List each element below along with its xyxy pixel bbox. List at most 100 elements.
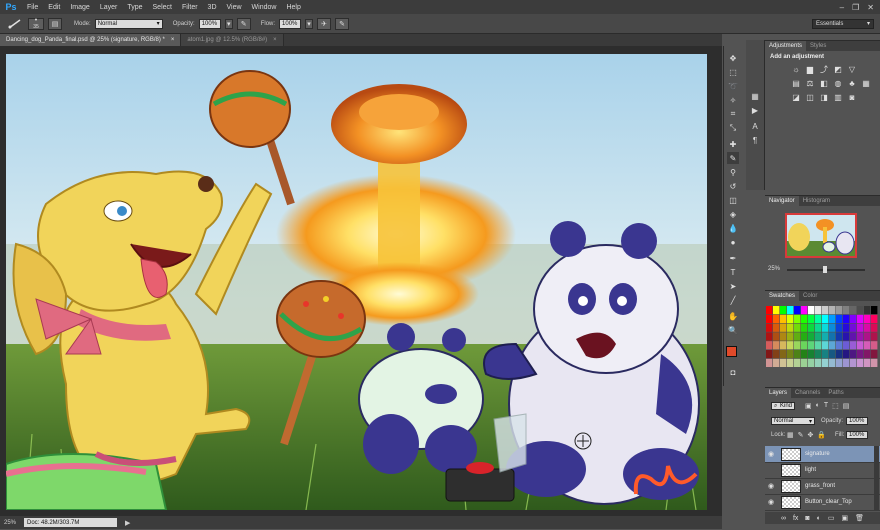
color-swatch[interactable] [815, 306, 822, 315]
color-swatch[interactable] [822, 332, 829, 341]
zoom-tool-icon[interactable]: 🔍 [727, 324, 739, 336]
color-swatch[interactable] [850, 358, 857, 367]
eye-icon[interactable]: ◉ [765, 498, 777, 506]
color-swatch[interactable] [843, 332, 850, 341]
layer-row[interactable]: ◉ signature [765, 446, 880, 463]
history-brush-tool-icon[interactable]: ↺ [727, 180, 739, 192]
color-swatch[interactable] [787, 358, 794, 367]
menu-view[interactable]: View [222, 4, 247, 11]
color-swatch[interactable] [801, 323, 808, 332]
mode-select[interactable]: Normal ▾ [94, 18, 163, 29]
color-swatch[interactable] [766, 341, 773, 350]
delete-layer-icon[interactable]: 🗑 [855, 514, 864, 522]
filter-type-icon[interactable]: T [824, 402, 828, 410]
color-swatch[interactable] [787, 332, 794, 341]
lock-pixels-icon[interactable]: ✎ [798, 431, 804, 439]
pressure-opacity-icon[interactable]: ✎ [236, 17, 251, 30]
color-swatch[interactable] [794, 358, 801, 367]
close-window-button[interactable]: ✕ [867, 3, 874, 12]
character-panel-icon[interactable]: A [749, 120, 761, 132]
color-swatch[interactable] [766, 306, 773, 315]
color-swatch[interactable] [829, 350, 836, 359]
line-tool-icon[interactable]: ╱ [727, 294, 739, 306]
color-swatch[interactable] [857, 350, 864, 359]
color-swatch[interactable] [857, 332, 864, 341]
selective-color-icon[interactable]: ◙ [847, 93, 857, 102]
color-swatch[interactable] [780, 350, 787, 359]
color-swatch[interactable] [843, 306, 850, 315]
layer-style-icon[interactable]: fx [793, 515, 798, 522]
color-swatch[interactable] [871, 314, 878, 323]
eraser-tool-icon[interactable]: ◫ [727, 194, 739, 206]
color-swatch[interactable] [787, 323, 794, 332]
menu-layer[interactable]: Layer [95, 4, 123, 11]
new-layer-icon[interactable]: ▣ [842, 514, 849, 522]
color-swatch[interactable] [843, 314, 850, 323]
color-swatch[interactable] [794, 306, 801, 315]
color-swatch[interactable] [794, 350, 801, 359]
color-swatch[interactable] [829, 332, 836, 341]
color-swatch[interactable] [829, 323, 836, 332]
color-swatch[interactable] [801, 314, 808, 323]
marquee-tool-icon[interactable]: ⬚ [727, 66, 739, 78]
dodge-tool-icon[interactable]: ● [727, 236, 739, 248]
menu-edit[interactable]: Edit [43, 4, 65, 11]
color-balance-icon[interactable]: ⚖ [805, 79, 815, 88]
color-swatch[interactable] [808, 358, 815, 367]
opacity-field[interactable]: 100% [198, 18, 221, 29]
lasso-tool-icon[interactable]: ➰ [727, 80, 739, 92]
color-swatch[interactable] [808, 306, 815, 315]
hand-tool-icon[interactable]: ✋ [727, 310, 739, 322]
color-swatch[interactable] [829, 341, 836, 350]
color-swatch[interactable] [857, 314, 864, 323]
color-swatch[interactable] [829, 306, 836, 315]
color-swatch[interactable] [843, 341, 850, 350]
new-adjustment-icon[interactable]: ◐ [817, 515, 821, 522]
color-swatch[interactable] [864, 306, 871, 315]
color-swatch[interactable] [871, 323, 878, 332]
levels-icon[interactable]: ▆ [805, 65, 815, 74]
vibrance-icon[interactable]: ▽ [847, 65, 857, 74]
color-swatch[interactable] [787, 314, 794, 323]
color-swatch[interactable] [822, 350, 829, 359]
menu-3d[interactable]: 3D [203, 4, 222, 11]
color-swatch[interactable] [801, 341, 808, 350]
color-swatch[interactable] [801, 306, 808, 315]
history-panel-icon[interactable]: ▦ [749, 90, 761, 102]
blur-tool-icon[interactable]: 💧 [727, 222, 739, 234]
filter-shape-icon[interactable]: ⬚ [832, 402, 839, 410]
color-swatch[interactable] [843, 323, 850, 332]
color-swatch[interactable] [815, 358, 822, 367]
menu-help[interactable]: Help [281, 4, 305, 11]
tab-styles[interactable]: Styles [806, 41, 830, 51]
threshold-icon[interactable]: ◨ [819, 93, 829, 102]
menu-filter[interactable]: Filter [177, 4, 203, 11]
color-swatch[interactable] [871, 358, 878, 367]
lock-transparent-icon[interactable]: ▦ [787, 431, 794, 439]
color-swatch[interactable] [815, 314, 822, 323]
color-swatch[interactable] [836, 350, 843, 359]
color-swatch[interactable] [843, 358, 850, 367]
color-swatch[interactable] [829, 314, 836, 323]
tab-layers[interactable]: Layers [765, 388, 792, 398]
foreground-color-swatch[interactable] [726, 346, 737, 357]
eye-icon[interactable]: ◉ [765, 482, 777, 490]
status-menu-arrow-icon[interactable]: ▶ [125, 519, 130, 527]
color-swatch[interactable] [787, 350, 794, 359]
color-swatch[interactable] [787, 306, 794, 315]
color-swatch[interactable] [822, 341, 829, 350]
color-swatch[interactable] [801, 358, 808, 367]
color-swatch[interactable] [864, 350, 871, 359]
color-swatch[interactable] [864, 323, 871, 332]
black-white-icon[interactable]: ◧ [819, 79, 829, 88]
layer-filter-select[interactable]: ⌕ Kind [771, 402, 795, 410]
color-swatch[interactable] [808, 350, 815, 359]
color-swatch[interactable] [850, 332, 857, 341]
color-lookup-icon[interactable]: ▦ [861, 79, 871, 88]
layer-row[interactable]: light [765, 462, 880, 479]
color-swatch[interactable] [808, 332, 815, 341]
color-swatch[interactable] [780, 358, 787, 367]
quick-select-tool-icon[interactable]: ✧ [727, 94, 739, 106]
add-mask-icon[interactable]: ◙ [805, 515, 809, 522]
channel-mixer-icon[interactable]: ♣ [847, 79, 857, 88]
